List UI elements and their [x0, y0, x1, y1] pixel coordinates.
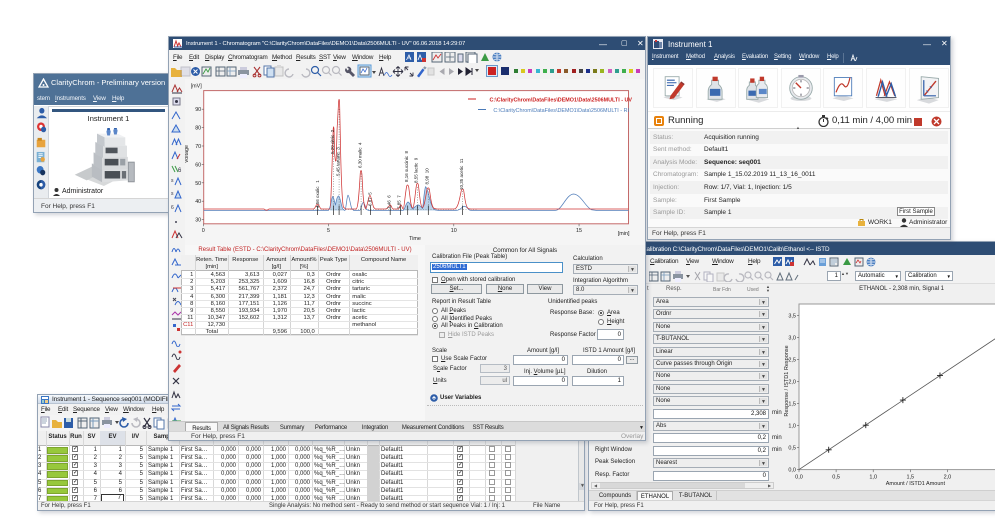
svg-text:Time: Time	[409, 236, 421, 242]
svg-text:10: 10	[451, 228, 457, 234]
svg-text:7,46 6: 7,46 6	[386, 195, 391, 209]
svg-text:5,45 tartaric 3: 5,45 tartaric 3	[336, 147, 341, 176]
svg-text:ETHANOL - 2,308 min, Signal 1: ETHANOL - 2,308 min, Signal 1	[859, 286, 944, 292]
svg-text:2,0: 2,0	[944, 475, 952, 481]
svg-text:3,5: 3,5	[788, 314, 796, 320]
svg-text:s: s	[171, 191, 174, 197]
svg-text:50: 50	[195, 181, 201, 187]
svg-text:0: 0	[202, 228, 205, 234]
svg-text:4,56 oxalic 1: 4,56 oxalic 1	[315, 180, 320, 208]
svg-text:30: 30	[195, 218, 201, 224]
svg-text:[mV]: [mV]	[191, 84, 203, 90]
svg-text:[min]: [min]	[618, 231, 630, 237]
svg-text:60: 60	[195, 162, 201, 168]
svg-text:3,0: 3,0	[788, 336, 796, 342]
svg-text:s: s	[171, 178, 174, 184]
svg-text:6: 6	[171, 205, 174, 211]
svg-text:6,30 malic 4: 6,30 malic 4	[358, 142, 363, 168]
svg-text:80: 80	[195, 126, 201, 132]
svg-text:5,20 citric 2: 5,20 citric 2	[330, 129, 335, 154]
svg-text:8,98 10: 8,98 10	[425, 168, 430, 185]
svg-text:90: 90	[195, 107, 201, 113]
svg-text:5: 5	[327, 228, 330, 234]
svg-text:6,87 5: 6,87 5	[368, 192, 373, 206]
svg-text:1,5: 1,5	[906, 475, 914, 481]
svg-text:6: 6	[178, 168, 182, 174]
svg-text:40: 40	[195, 199, 201, 205]
svg-text:Amount / ISTD1 Amount: Amount / ISTD1 Amount	[886, 481, 946, 487]
svg-text:1,0: 1,0	[788, 424, 796, 430]
svg-text:8,55 lactic 9: 8,55 lactic 9	[414, 157, 419, 183]
svg-text:70: 70	[195, 144, 201, 150]
svg-text:Voltage: Voltage	[185, 145, 190, 163]
svg-text:15: 15	[576, 228, 582, 234]
svg-text:10,35 acetic 11: 10,35 acetic 11	[459, 158, 464, 190]
svg-text:1,0: 1,0	[869, 475, 877, 481]
svg-text:C:\ClarityChrom\DataFiles\DEMO: C:\ClarityChrom\DataFiles\DEMO1\Data\250…	[490, 98, 633, 104]
svg-text:7,85 7: 7,85 7	[397, 195, 402, 209]
svg-text:Response / ISTD1 Response: Response / ISTD1 Response	[784, 345, 790, 416]
svg-text:C:\ClarityChrom\DataFiles\DEMO: C:\ClarityChrom\DataFiles\DEMO1\Data\250…	[493, 108, 629, 114]
svg-text:8,16 succinic 8: 8,16 succinic 8	[404, 150, 409, 182]
svg-text:0,5: 0,5	[788, 446, 796, 452]
svg-text:0,0: 0,0	[788, 468, 796, 474]
svg-text:0,5: 0,5	[832, 475, 840, 481]
svg-text:0,0: 0,0	[795, 475, 803, 481]
